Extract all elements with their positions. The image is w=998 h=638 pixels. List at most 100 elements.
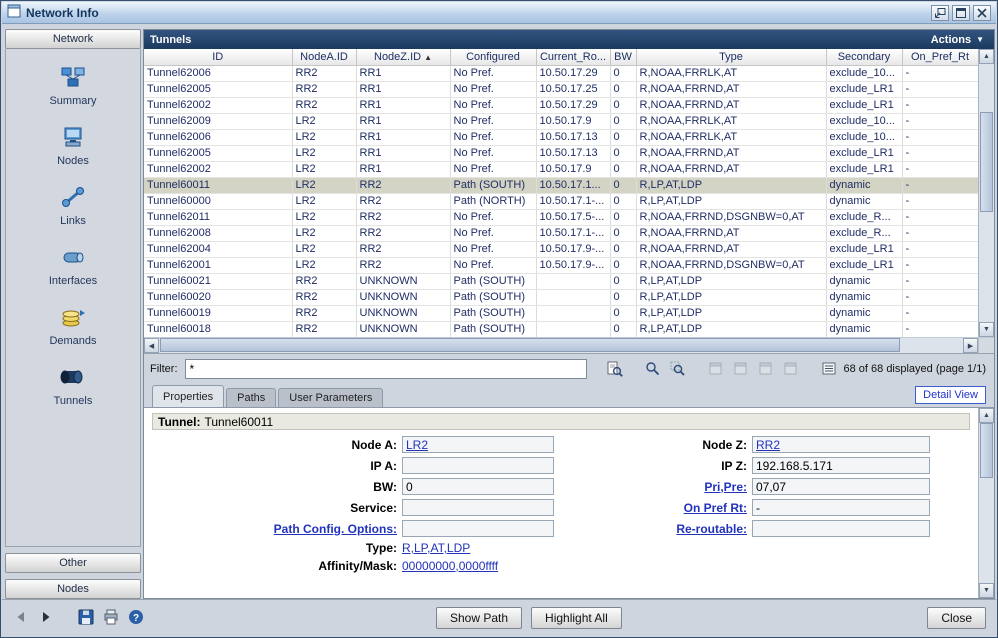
table-horizontal-scrollbar[interactable]: ◀ ▶ xyxy=(144,337,994,353)
property-field[interactable]: 07,07 xyxy=(752,478,930,495)
property-value[interactable]: 00000000,0000ffff xyxy=(402,559,498,573)
horizontal-scrollbar-thumb[interactable] xyxy=(160,338,900,352)
property-label[interactable]: On Pref Rt: xyxy=(684,501,747,515)
column-header[interactable]: NodeA.ID xyxy=(292,49,356,65)
property-field[interactable] xyxy=(402,520,554,537)
property-field[interactable] xyxy=(402,457,554,474)
table-cell: R,LP,AT,LDP xyxy=(636,321,826,337)
show-path-button[interactable]: Show Path xyxy=(436,607,522,629)
tab-properties[interactable]: Properties xyxy=(152,385,224,407)
property-label[interactable]: Path Config. Options: xyxy=(274,522,397,536)
property-label[interactable]: Pri,Pre: xyxy=(704,480,747,494)
property-field[interactable]: 0 xyxy=(402,478,554,495)
table-row[interactable]: Tunnel62008LR2RR2No Pref.10.50.17.1-...0… xyxy=(144,225,978,241)
property-label[interactable]: Re-routable: xyxy=(676,522,747,536)
first-page-icon[interactable] xyxy=(706,359,726,379)
sidebar-section-other[interactable]: Other xyxy=(5,553,141,573)
sidebar-section-network[interactable]: Network xyxy=(5,29,141,49)
zoom-in-icon[interactable] xyxy=(643,359,663,379)
column-header[interactable]: BW xyxy=(610,49,636,65)
table-cell: dynamic xyxy=(826,305,902,321)
column-header[interactable]: ID xyxy=(144,49,292,65)
table-row[interactable]: Tunnel62001LR2RR2No Pref.10.50.17.9-...0… xyxy=(144,257,978,273)
table-row[interactable]: Tunnel62006RR2RR1No Pref.10.50.17.290R,N… xyxy=(144,65,978,81)
forward-icon[interactable] xyxy=(37,608,55,626)
detail-view-button[interactable]: Detail View xyxy=(915,386,986,404)
property-field[interactable]: RR2 xyxy=(752,436,930,453)
find-icon[interactable] xyxy=(605,359,625,379)
sidebar-item-links[interactable]: Links xyxy=(6,185,140,227)
property-field[interactable] xyxy=(402,499,554,516)
detach-icon[interactable] xyxy=(931,5,949,21)
table-cell: R,LP,AT,LDP xyxy=(636,305,826,321)
table-row[interactable]: Tunnel60018RR2UNKNOWNPath (SOUTH)0R,LP,A… xyxy=(144,321,978,337)
table-row[interactable]: Tunnel62004LR2RR2No Pref.10.50.17.9-...0… xyxy=(144,241,978,257)
table-cell: R,NOAA,FRRND,AT xyxy=(636,161,826,177)
scroll-up-icon[interactable]: ▲ xyxy=(979,408,994,423)
properties-scrollbar-thumb[interactable] xyxy=(980,423,993,478)
highlight-all-button[interactable]: Highlight All xyxy=(531,607,622,629)
table-scrollbar-thumb[interactable] xyxy=(980,112,993,212)
prev-page-icon[interactable] xyxy=(731,359,751,379)
titlebar[interactable]: Network Info xyxy=(2,2,996,24)
table-vertical-scrollbar[interactable]: ▲ ▼ xyxy=(978,49,994,337)
property-field[interactable]: - xyxy=(752,499,930,516)
table-row[interactable]: Tunnel60019RR2UNKNOWNPath (SOUTH)0R,LP,A… xyxy=(144,305,978,321)
column-header[interactable]: NodeZ.ID▲ xyxy=(356,49,450,65)
maximize-icon[interactable] xyxy=(952,5,970,21)
next-page-icon[interactable] xyxy=(756,359,776,379)
column-header[interactable]: Secondary xyxy=(826,49,902,65)
list-icon[interactable] xyxy=(819,359,839,379)
sidebar-item-interfaces[interactable]: Interfaces xyxy=(6,245,140,287)
table-row[interactable]: Tunnel62005RR2RR1No Pref.10.50.17.250R,N… xyxy=(144,81,978,97)
horizontal-scroll-track[interactable] xyxy=(159,338,963,353)
scroll-down-icon[interactable]: ▼ xyxy=(979,322,994,337)
scroll-down-icon[interactable]: ▼ xyxy=(979,583,994,598)
column-header[interactable]: Type xyxy=(636,49,826,65)
sidebar-item-demands[interactable]: Demands xyxy=(6,305,140,347)
tab-paths[interactable]: Paths xyxy=(226,388,276,407)
column-header[interactable]: Current_Ro... xyxy=(536,49,610,65)
table-row[interactable]: Tunnel62009LR2RR1No Pref.10.50.17.90R,NO… xyxy=(144,113,978,129)
filter-input[interactable] xyxy=(185,359,587,379)
print-icon[interactable] xyxy=(102,608,120,626)
tab-user-parameters[interactable]: User Parameters xyxy=(278,388,383,407)
table-row[interactable]: Tunnel60011LR2RR2Path (SOUTH)10.50.17.1.… xyxy=(144,177,978,193)
properties-vertical-scrollbar[interactable]: ▲ ▼ xyxy=(978,408,994,598)
table-row[interactable]: Tunnel62011LR2RR2No Pref.10.50.17.5-...0… xyxy=(144,209,978,225)
table-row[interactable]: Tunnel60000LR2RR2Path (NORTH)10.50.17.1-… xyxy=(144,193,978,209)
save-icon[interactable] xyxy=(77,608,95,626)
table-row[interactable]: Tunnel60020RR2UNKNOWNPath (SOUTH)0R,LP,A… xyxy=(144,289,978,305)
property-field[interactable] xyxy=(752,520,930,537)
column-header[interactable]: On_Pref_Rt xyxy=(902,49,978,65)
property-field[interactable]: LR2 xyxy=(402,436,554,453)
table-cell: 10.50.17.1-... xyxy=(536,193,610,209)
close-icon[interactable] xyxy=(973,5,991,21)
last-page-icon[interactable] xyxy=(781,359,801,379)
table-cell: 0 xyxy=(610,241,636,257)
actions-menu-button[interactable]: Actions ▼ xyxy=(931,34,988,46)
sidebar-item-summary[interactable]: Summary xyxy=(6,65,140,107)
sidebar-section-nodes[interactable]: Nodes xyxy=(5,579,141,599)
property-field[interactable]: 192.168.5.171 xyxy=(752,457,930,474)
sidebar-item-tunnels[interactable]: Tunnels xyxy=(6,365,140,407)
column-header[interactable]: Configured xyxy=(450,49,536,65)
property-value[interactable]: LR2 xyxy=(406,438,428,452)
property-value[interactable]: RR2 xyxy=(756,438,780,452)
table-row[interactable]: Tunnel62006LR2RR1No Pref.10.50.17.130R,N… xyxy=(144,129,978,145)
table-row[interactable]: Tunnel62002LR2RR1No Pref.10.50.17.90R,NO… xyxy=(144,161,978,177)
help-icon[interactable]: ? xyxy=(127,608,145,626)
zoom-region-icon[interactable] xyxy=(668,359,688,379)
table-row[interactable]: Tunnel62005LR2RR1No Pref.10.50.17.130R,N… xyxy=(144,145,978,161)
scroll-up-icon[interactable]: ▲ xyxy=(979,49,994,64)
table-row[interactable]: Tunnel60021RR2UNKNOWNPath (SOUTH)0R,LP,A… xyxy=(144,273,978,289)
sidebar-item-nodes[interactable]: Nodes xyxy=(6,125,140,167)
scroll-left-icon[interactable]: ◀ xyxy=(144,338,159,353)
close-button[interactable]: Close xyxy=(927,607,986,629)
sort-asc-icon: ▲ xyxy=(424,53,432,62)
table-cell: RR2 xyxy=(292,97,356,113)
scroll-right-icon[interactable]: ▶ xyxy=(963,338,978,353)
back-icon[interactable] xyxy=(12,608,30,626)
table-row[interactable]: Tunnel62002RR2RR1No Pref.10.50.17.290R,N… xyxy=(144,97,978,113)
property-value[interactable]: R,LP,AT,LDP xyxy=(402,541,470,555)
